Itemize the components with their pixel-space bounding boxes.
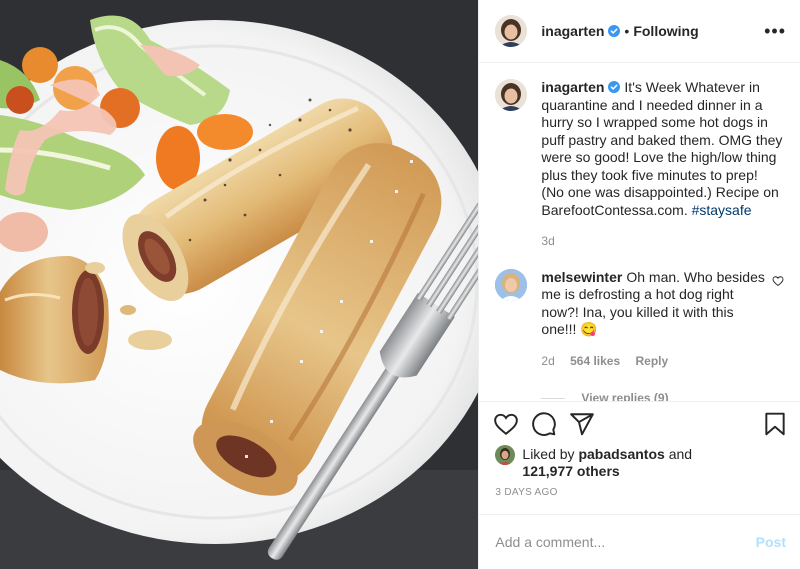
- post-timestamp[interactable]: 3 DAYS AGO: [479, 487, 800, 514]
- caption-username[interactable]: inagarten: [541, 79, 604, 95]
- liked-by-others[interactable]: 121,977 others: [522, 463, 619, 479]
- action-bar: [479, 400, 800, 446]
- view-replies-label: View replies (9): [581, 391, 669, 401]
- liked-by-conjunction: and: [668, 446, 693, 463]
- commenter-avatar[interactable]: [495, 268, 528, 301]
- comments-list[interactable]: inagarten It's Week Whatever in quarantin…: [479, 63, 800, 401]
- post-header: inagarten • Following •••: [479, 0, 800, 64]
- caption-text: It's Week Whatever in quarantine and I n…: [541, 79, 783, 218]
- caption-meta: 3d: [541, 233, 784, 251]
- add-comment-bar: Post: [479, 513, 800, 569]
- post-comment-button[interactable]: Post: [756, 534, 786, 550]
- more-options-icon[interactable]: •••: [764, 22, 786, 40]
- separator-dot: •: [624, 23, 630, 40]
- following-button[interactable]: Following: [633, 23, 698, 39]
- view-replies-button[interactable]: View replies (9): [541, 391, 784, 401]
- post-photo[interactable]: [0, 0, 479, 569]
- caption-avatar[interactable]: [495, 79, 528, 112]
- caption: inagarten It's Week Whatever in quarantin…: [495, 79, 784, 251]
- view-replies-line: [541, 397, 566, 399]
- comment-item: melsewinter Oh man. Who besides me is def…: [495, 268, 784, 371]
- liked-by: Liked by pabadsantos and 121,977 others: [479, 445, 800, 480]
- food-photo: [0, 0, 479, 569]
- heart-icon[interactable]: [493, 411, 519, 437]
- liked-by-prefix: Liked by: [522, 446, 575, 463]
- bookmark-icon[interactable]: [762, 411, 788, 437]
- verified-badge-icon: [608, 25, 621, 38]
- author-avatar[interactable]: [495, 15, 528, 48]
- comment-username[interactable]: melsewinter: [541, 269, 622, 285]
- instagram-post: inagarten • Following ••• inagarten It's…: [0, 0, 800, 569]
- comment-like-heart-icon[interactable]: [772, 275, 784, 287]
- caption-body: inagarten It's Week Whatever in quarantin…: [541, 79, 784, 251]
- share-icon[interactable]: [569, 411, 595, 437]
- comment-icon[interactable]: [531, 411, 557, 437]
- liked-by-text: Liked by pabadsantos and 121,977 others: [522, 446, 692, 480]
- liked-by-user[interactable]: pabadsantos: [578, 446, 664, 462]
- comment-meta: 2d 564 likes Reply: [541, 353, 768, 371]
- author-username[interactable]: inagarten: [541, 23, 604, 39]
- comment-reply-button[interactable]: Reply: [636, 354, 669, 368]
- add-comment-input[interactable]: [495, 533, 756, 550]
- caption-age[interactable]: 3d: [541, 234, 554, 248]
- post-side-panel: inagarten • Following ••• inagarten It's…: [478, 0, 800, 569]
- comment-likes[interactable]: 564 likes: [570, 354, 620, 368]
- comment-age[interactable]: 2d: [541, 354, 554, 368]
- liker-avatar[interactable]: [495, 445, 516, 466]
- verified-badge-icon: [608, 81, 621, 94]
- hashtag-link[interactable]: #staysafe: [692, 202, 752, 218]
- comment-body: melsewinter Oh man. Who besides me is def…: [541, 269, 784, 371]
